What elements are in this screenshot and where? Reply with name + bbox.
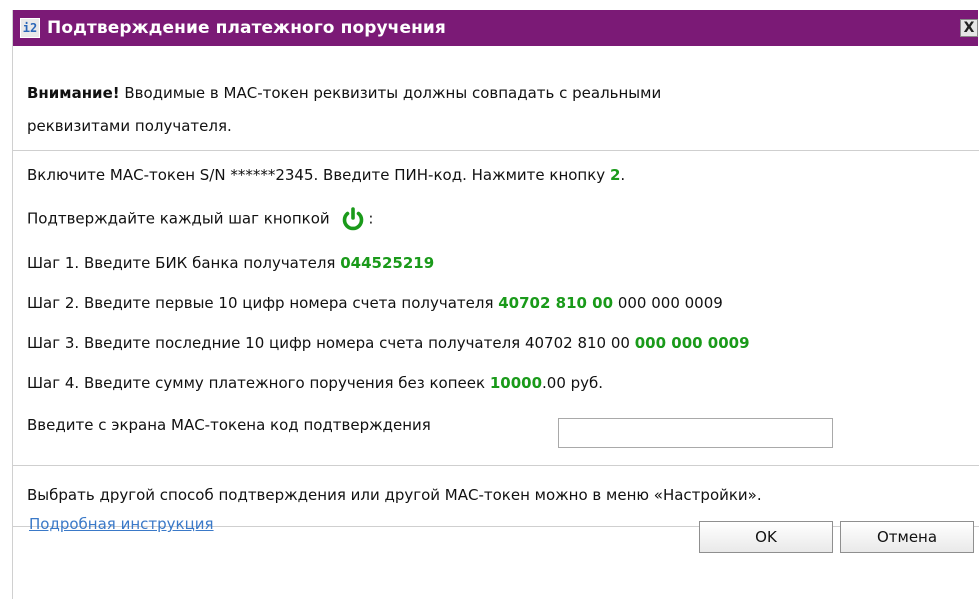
confirm-step-text: Подтверждайте каждый шаг кнопкой [27, 209, 330, 228]
dialog-title: Подтверждение платежного поручения [47, 18, 446, 38]
warning-label: Внимание! [27, 84, 120, 102]
footer-note: Выбрать другой способ подтверждения или … [27, 486, 762, 504]
step-4-text: Шаг 4. Введите сумму платежного поручени… [27, 374, 490, 392]
warning-line-2: реквизитами получателя. [27, 117, 232, 135]
step-1-value: 044525219 [340, 254, 435, 272]
step-3-line: Шаг 3. Введите последние 10 цифр номера … [27, 334, 750, 352]
step-4-rest: .00 руб. [542, 374, 604, 392]
step-2-line: Шаг 2. Введите первые 10 цифр номера сче… [27, 294, 723, 312]
step-3-value: 000 000 0009 [634, 334, 750, 352]
title-bar: i2 Подтверждение платежного поручения X [13, 10, 978, 46]
ok-button[interactable]: OK [699, 521, 833, 553]
cancel-button[interactable]: Отмена [840, 521, 974, 553]
confirmation-code-input[interactable] [558, 418, 833, 448]
divider [13, 465, 979, 466]
help-link[interactable]: Подробная инструкция [29, 515, 214, 533]
payment-confirmation-dialog: i2 Подтверждение платежного поручения X … [12, 10, 979, 599]
power-icon [343, 207, 364, 231]
confirm-step-end: : [368, 209, 374, 228]
app-icon: i2 [20, 18, 40, 38]
warning-line-1: Внимание! Вводимые в МАС-токен реквизиты… [27, 84, 661, 102]
confirm-step-line: Подтверждайте каждый шаг кнопкой : [27, 206, 373, 232]
step-3-text: Шаг 3. Введите последние 10 цифр номера … [27, 334, 635, 352]
enable-token-text: Включите МАС-токен S/N ******2345. Введи… [27, 166, 610, 184]
step-4-value: 10000 [489, 374, 543, 392]
step-4-line: Шаг 4. Введите сумму платежного поручени… [27, 374, 603, 392]
close-button[interactable]: X [960, 19, 978, 37]
step-2-rest: 000 000 0009 [613, 294, 723, 312]
code-field-label: Введите с экрана МАС-токена код подтверж… [27, 416, 431, 434]
step-1-line: Шаг 1. Введите БИК банка получателя 0445… [27, 254, 434, 272]
enable-token-key: 2 [609, 166, 621, 184]
enable-token-end: . [620, 166, 626, 184]
step-1-text: Шаг 1. Введите БИК банка получателя [27, 254, 341, 272]
divider [13, 150, 979, 151]
step-2-value: 40702 810 00 [498, 294, 614, 312]
warning-text: Вводимые в МАС-токен реквизиты должны со… [119, 84, 662, 102]
enable-token-line: Включите МАС-токен S/N ******2345. Введи… [27, 166, 625, 184]
step-2-text: Шаг 2. Введите первые 10 цифр номера сче… [27, 294, 499, 312]
close-icon: X [963, 20, 975, 36]
